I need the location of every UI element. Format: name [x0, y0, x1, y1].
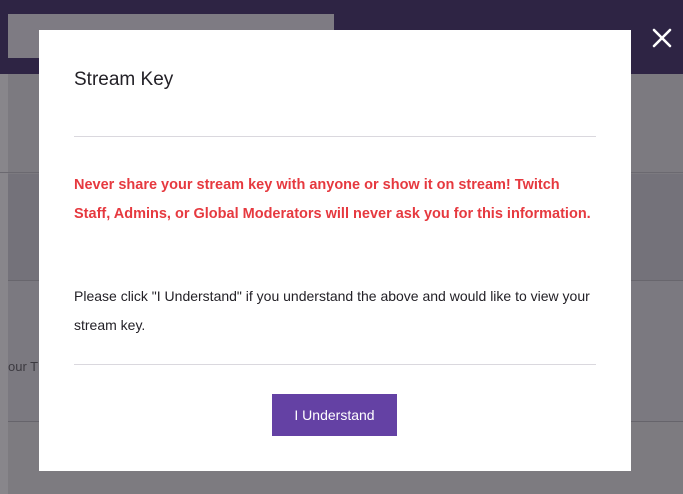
- info-message: Please click "I Understand" if you under…: [74, 288, 590, 333]
- background-row-text: our T: [8, 359, 39, 374]
- stream-key-modal: Stream Key Never share your stream key w…: [39, 30, 631, 471]
- background-left-edge: [0, 74, 8, 494]
- page: our T Stream Key Never share your stream…: [0, 0, 683, 494]
- modal-divider: [74, 364, 596, 365]
- i-understand-button[interactable]: I Understand: [272, 394, 397, 436]
- warning-message: Never share your stream key with anyone …: [74, 177, 591, 222]
- modal-divider: [74, 136, 596, 137]
- modal-title: Stream Key: [74, 69, 174, 90]
- close-icon[interactable]: [648, 24, 676, 52]
